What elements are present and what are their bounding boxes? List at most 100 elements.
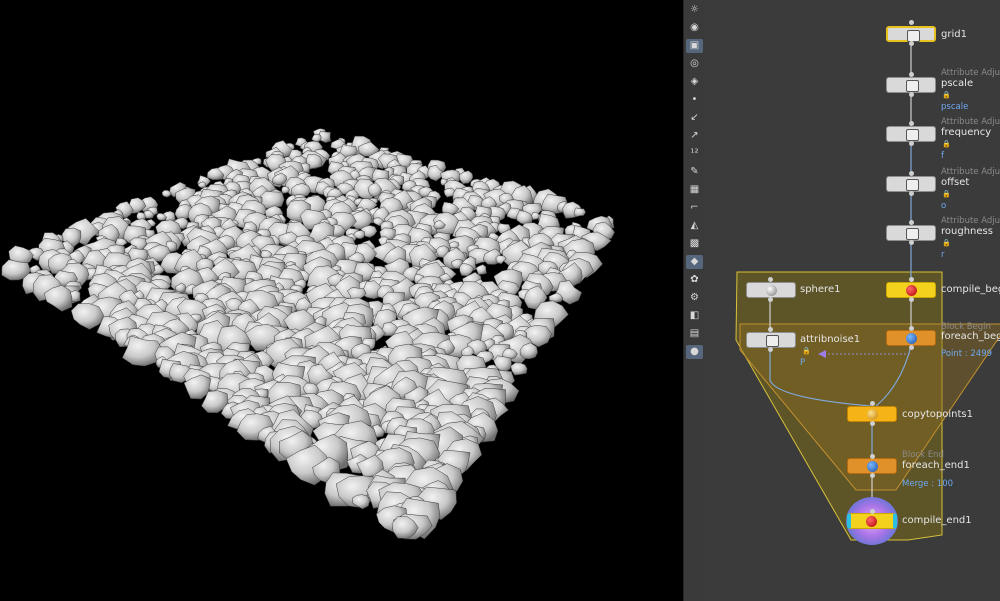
node-connector[interactable] bbox=[909, 141, 914, 146]
node-connector[interactable] bbox=[870, 509, 875, 514]
node-pscale[interactable] bbox=[886, 77, 936, 93]
grid-icon bbox=[907, 30, 920, 42]
layer-icon[interactable]: ◧ bbox=[686, 309, 703, 323]
rock bbox=[281, 186, 290, 194]
node-compile-begin-label: compile_beg bbox=[941, 284, 1000, 295]
node-connector[interactable] bbox=[909, 345, 914, 350]
attribute-adjust-icon bbox=[906, 80, 919, 92]
node-copytopoints1-label: copytopoints1 bbox=[902, 409, 973, 420]
group-icon[interactable]: ▤ bbox=[686, 327, 703, 341]
lock-icon: 🔒 bbox=[942, 140, 951, 148]
node-pscale-extra: pscale bbox=[941, 102, 969, 112]
node-roughness-extra: r bbox=[941, 250, 945, 260]
node-compile-end1[interactable] bbox=[847, 513, 897, 529]
node-connector[interactable] bbox=[909, 220, 914, 225]
node-connector[interactable] bbox=[909, 41, 914, 46]
node-grid1[interactable] bbox=[886, 26, 936, 42]
number-12-icon[interactable]: ¹² bbox=[686, 147, 703, 161]
node-attribnoise1-extra: P bbox=[800, 358, 806, 368]
node-connector[interactable] bbox=[870, 401, 875, 406]
node-connector[interactable] bbox=[909, 171, 914, 176]
node-connector[interactable] bbox=[909, 72, 914, 77]
node-frequency-type: Attribute Adjust bbox=[941, 117, 1000, 127]
attribute-adjust-icon bbox=[906, 228, 919, 240]
node-copytopoints1[interactable] bbox=[847, 406, 897, 422]
node-compile-begin[interactable] bbox=[886, 282, 936, 298]
node-attribnoise1-label: attribnoise1 bbox=[800, 334, 861, 345]
shape-icon[interactable]: ◭ bbox=[686, 219, 703, 233]
rock bbox=[495, 255, 507, 265]
node-sphere1[interactable] bbox=[746, 282, 796, 298]
node-offset-label: offset bbox=[941, 177, 970, 188]
node-sphere1-label: sphere1 bbox=[800, 284, 841, 295]
node-connector[interactable] bbox=[870, 454, 875, 459]
node-foreach-begin[interactable] bbox=[886, 330, 936, 346]
snap-icon[interactable]: ◈ bbox=[686, 75, 703, 89]
node-grid1-label: grid1 bbox=[941, 29, 967, 40]
attribute-adjust-icon bbox=[906, 129, 919, 141]
node-roughness-type: Attribute Adjust bbox=[941, 216, 1000, 226]
node-pscale-type: Attribute Adjust bbox=[941, 68, 1000, 78]
view-icon[interactable]: ◎ bbox=[686, 57, 703, 71]
node-connector[interactable] bbox=[909, 121, 914, 126]
eyedropper-icon[interactable]: ↗ bbox=[686, 129, 703, 143]
noise-icon bbox=[766, 335, 779, 347]
node-connector[interactable] bbox=[909, 92, 914, 97]
node-offset-extra: o bbox=[941, 201, 947, 211]
cube-icon[interactable]: ◆ bbox=[686, 255, 703, 269]
sphere-icon bbox=[766, 285, 777, 296]
node-connector[interactable] bbox=[909, 191, 914, 196]
foreach-icon bbox=[867, 461, 878, 472]
uv-icon[interactable]: ✿ bbox=[686, 273, 703, 287]
node-connector[interactable] bbox=[870, 421, 875, 426]
node-offset[interactable] bbox=[886, 176, 936, 192]
rock bbox=[573, 207, 586, 218]
crop-icon[interactable]: ⌐ bbox=[686, 201, 703, 215]
node-foreach-begin-extra: Point : 2499 bbox=[941, 349, 993, 359]
node-foreach-end1-label: foreach_end1 bbox=[902, 460, 970, 471]
node-connector[interactable] bbox=[768, 347, 773, 352]
point-icon[interactable]: • bbox=[686, 93, 703, 107]
network-editor[interactable]: grid1 Attribute Adjust pscale 🔒 pscale A… bbox=[706, 0, 1000, 601]
node-foreach-end1-extra: Merge : 100 bbox=[902, 479, 954, 489]
node-foreach-end1[interactable] bbox=[847, 458, 897, 474]
lightbulb-icon[interactable]: ☼ bbox=[686, 3, 703, 17]
foreach-icon bbox=[906, 333, 917, 344]
3d-viewport[interactable] bbox=[0, 0, 683, 601]
node-connector[interactable] bbox=[909, 297, 914, 302]
lock-icon: 🔒 bbox=[942, 91, 951, 99]
node-foreach-begin-label: foreach_beg bbox=[941, 331, 1000, 342]
checker-icon[interactable]: ▩ bbox=[686, 237, 703, 251]
node-connector[interactable] bbox=[909, 326, 914, 331]
compile-icon bbox=[866, 516, 877, 527]
node-roughness-label: roughness bbox=[941, 226, 993, 237]
node-connector[interactable] bbox=[870, 473, 875, 478]
brush-grid-icon[interactable]: ▦ bbox=[686, 183, 703, 197]
eye-camera-icon[interactable]: ◉ bbox=[686, 21, 703, 35]
node-connector[interactable] bbox=[909, 277, 914, 282]
camera-icon[interactable]: ▣ bbox=[686, 39, 703, 53]
node-compile-end1-label: compile_end1 bbox=[902, 515, 972, 526]
node-attribnoise1[interactable] bbox=[746, 332, 796, 348]
lock-icon: 🔒 bbox=[942, 239, 951, 247]
lock-icon: 🔒 bbox=[802, 347, 811, 355]
node-pscale-label: pscale bbox=[941, 78, 974, 89]
node-roughness[interactable] bbox=[886, 225, 936, 241]
node-connector[interactable] bbox=[909, 240, 914, 245]
compile-icon bbox=[906, 285, 917, 296]
brush-icon[interactable]: ✎ bbox=[686, 165, 703, 179]
node-frequency-extra: f bbox=[941, 151, 944, 161]
rock-scatter-render bbox=[1, 128, 615, 540]
viewport-toolbar: ☼ ◉ ▣ ◎ ◈ • ↙ ↗ ¹² ✎ ▦ ⌐ ◭ ▩ ◆ ✿ ⚙ ◧ ▤ ● bbox=[683, 0, 707, 601]
rock bbox=[475, 264, 487, 275]
node-connector[interactable] bbox=[768, 277, 773, 282]
node-connector[interactable] bbox=[768, 297, 773, 302]
gear-node-icon[interactable]: ⚙ bbox=[686, 291, 703, 305]
node-frequency[interactable] bbox=[886, 126, 936, 142]
copy-icon bbox=[867, 409, 878, 420]
pin-icon[interactable]: ● bbox=[686, 345, 703, 359]
node-connector[interactable] bbox=[909, 20, 914, 25]
node-foreach-end1-type: Block End bbox=[902, 450, 944, 460]
node-connector[interactable] bbox=[768, 327, 773, 332]
pencil-icon[interactable]: ↙ bbox=[686, 111, 703, 125]
